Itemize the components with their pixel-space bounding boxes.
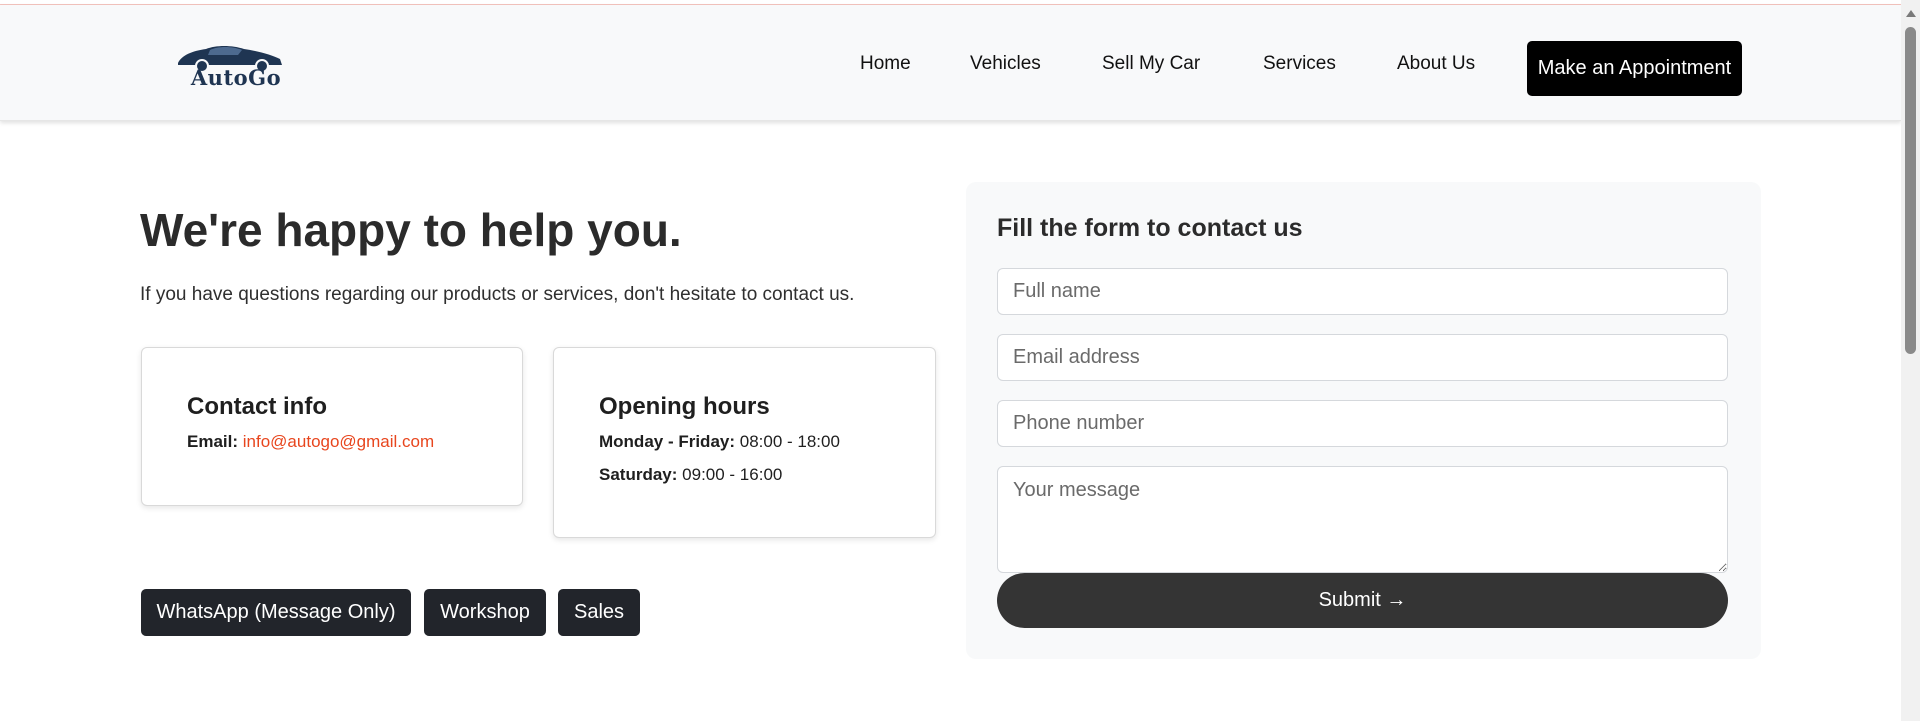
nav-home[interactable]: Home bbox=[860, 53, 911, 75]
whatsapp-button[interactable]: WhatsApp (Message Only) bbox=[141, 589, 411, 636]
email-label: Email: bbox=[187, 432, 239, 451]
contact-info-title: Contact info bbox=[187, 393, 327, 420]
email-input[interactable] bbox=[997, 334, 1728, 381]
nav-services[interactable]: Services bbox=[1263, 53, 1336, 75]
workshop-button[interactable]: Workshop bbox=[424, 589, 546, 636]
opening-hours-title: Opening hours bbox=[599, 393, 770, 420]
page-scrollbar[interactable] bbox=[1901, 0, 1920, 721]
saturday-label: Saturday: bbox=[599, 465, 678, 484]
phone-input[interactable] bbox=[997, 400, 1728, 447]
full-name-input[interactable] bbox=[997, 268, 1728, 315]
scroll-thumb[interactable] bbox=[1905, 27, 1916, 354]
submit-button[interactable]: Submit → bbox=[997, 573, 1728, 628]
scroll-up-arrow-icon[interactable] bbox=[1906, 10, 1916, 17]
email-link[interactable]: info@autogo@gmail.com bbox=[243, 432, 434, 451]
form-title: Fill the form to contact us bbox=[997, 214, 1303, 242]
nav-vehicles[interactable]: Vehicles bbox=[970, 53, 1041, 75]
site-header: AutoGo Home Vehicles Sell My Car Service… bbox=[0, 5, 1901, 121]
sales-button[interactable]: Sales bbox=[558, 589, 640, 636]
logo-wordmark: AutoGo bbox=[190, 65, 282, 90]
weekday-hours: 08:00 - 18:00 bbox=[739, 432, 840, 451]
nav-about-us[interactable]: About Us bbox=[1397, 53, 1475, 75]
contact-form: Fill the form to contact us Submit → bbox=[966, 182, 1761, 659]
saturday-hours-line: Saturday: 09:00 - 16:00 bbox=[599, 465, 782, 485]
weekday-label: Monday - Friday: bbox=[599, 432, 736, 451]
make-appointment-button[interactable]: Make an Appointment bbox=[1527, 41, 1742, 96]
page-subtext: If you have questions regarding our prod… bbox=[140, 284, 855, 305]
page-headline: We're happy to help you. bbox=[140, 204, 682, 256]
saturday-hours: 09:00 - 16:00 bbox=[682, 465, 783, 484]
weekday-hours-line: Monday - Friday: 08:00 - 18:00 bbox=[599, 432, 840, 452]
contact-email-line: Email: info@autogo@gmail.com bbox=[187, 432, 434, 452]
nav-sell-my-car[interactable]: Sell My Car bbox=[1102, 53, 1200, 75]
contact-info-card: Contact info Email: info@autogo@gmail.co… bbox=[141, 347, 523, 506]
message-textarea[interactable] bbox=[997, 466, 1728, 573]
opening-hours-card: Opening hours Monday - Friday: 08:00 - 1… bbox=[553, 347, 936, 538]
autogo-logo[interactable]: AutoGo bbox=[158, 41, 314, 91]
